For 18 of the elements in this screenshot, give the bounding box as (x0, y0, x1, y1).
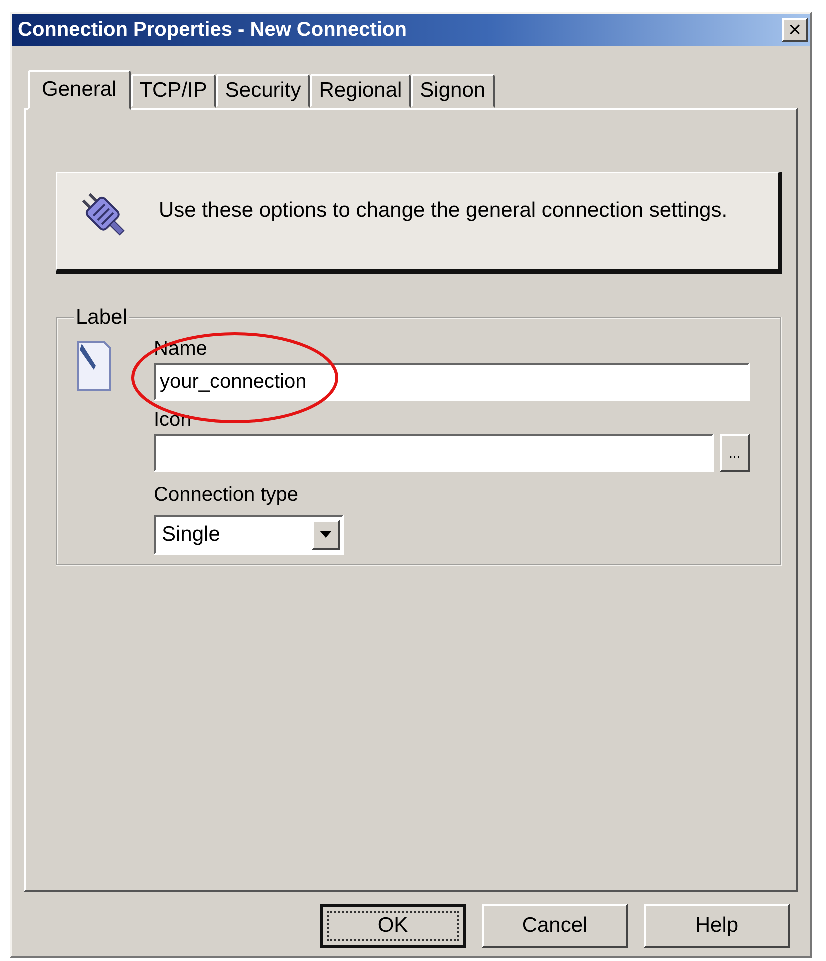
dialog-button[interactable]: Help (644, 904, 790, 948)
tab[interactable]: Regional (310, 74, 412, 108)
browse-button[interactable]: ... (720, 434, 750, 472)
tab[interactable]: TCP/IP (130, 74, 216, 108)
tab[interactable]: Security (216, 74, 310, 108)
caret-icon (312, 520, 340, 550)
icon-field[interactable] (154, 434, 714, 472)
connection-type-dropdown[interactable]: Single (154, 515, 344, 555)
tab[interactable]: General (28, 70, 131, 110)
tab[interactable]: Signon (411, 74, 495, 108)
window-title: Connection Properties - New Connection (18, 18, 407, 42)
close-button[interactable]: × (782, 18, 808, 42)
dialog-button[interactable]: Cancel (482, 904, 628, 948)
name-field[interactable]: your_connection (154, 363, 750, 401)
banner-text: Use these options to change the general connection settings. (159, 199, 728, 223)
dialog-button[interactable]: OK (320, 904, 466, 948)
group-title: Label (75, 306, 128, 330)
connection-type-label: Connection type (154, 484, 300, 507)
